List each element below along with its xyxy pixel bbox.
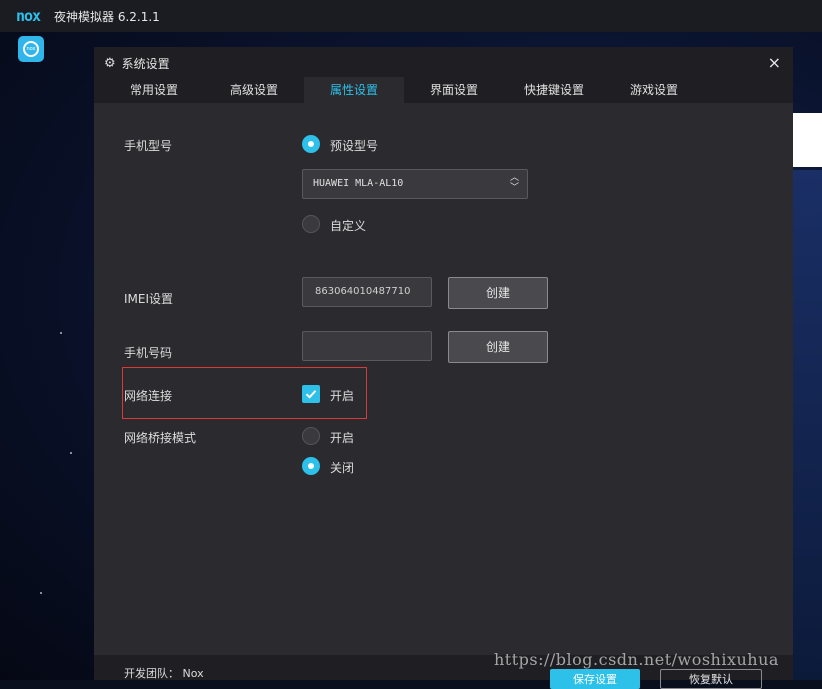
tab-properties[interactable]: 属性设置 [304,77,404,103]
restore-defaults-button[interactable]: 恢复默认 [660,669,762,689]
imei-input[interactable]: 863064010487710 [302,277,432,307]
phone-model-select-value: HUAWEI MLA-AL10 [313,178,404,189]
tab-game[interactable]: 游戏设置 [604,77,704,103]
bridge-mode-label: 网络桥接模式 [124,431,197,445]
phone-number-input[interactable] [302,331,432,361]
checkmark-icon [305,390,317,399]
dialog-title: ⚙ 系统设置 [104,55,170,72]
bridge-on-radio[interactable] [302,427,320,445]
nox-logo: nox [16,7,41,25]
custom-model-radio[interactable] [302,215,320,233]
nox-app-icon[interactable]: nox [18,36,44,62]
imei-label: IMEI设置 [124,292,174,306]
tab-general[interactable]: 常用设置 [104,77,204,103]
bridge-off-radio[interactable] [302,457,320,475]
preset-model-label: 预设型号 [330,139,379,153]
background-edge [793,170,822,680]
app-title: 夜神模拟器 6.2.1.1 [54,9,160,24]
background-window-edge [793,113,822,167]
tab-interface[interactable]: 界面设置 [404,77,504,103]
dialog-header: ⚙ 系统设置 × 常用设置 高级设置 属性设置 界面设置 快捷键设置 游戏设置 [94,47,793,103]
tab-advanced[interactable]: 高级设置 [204,77,304,103]
preset-model-radio[interactable] [302,135,320,153]
network-label: 网络连接 [124,389,173,403]
tab-bar: 常用设置 高级设置 属性设置 界面设置 快捷键设置 游戏设置 [104,77,704,103]
custom-model-label: 自定义 [330,219,367,233]
chevron-updown-icon: ︿ ﹀ [509,173,519,193]
watermark-text: https://blog.csdn.net/woshixuhua [494,650,779,669]
phone-model-select[interactable]: HUAWEI MLA-AL10 ︿ ﹀ [302,169,528,199]
settings-dialog: ⚙ 系统设置 × 常用设置 高级设置 属性设置 界面设置 快捷键设置 游戏设置 … [94,47,793,689]
phone-model-label: 手机型号 [124,139,173,153]
emulator-titlebar: nox 夜神模拟器 6.2.1.1 [0,0,822,32]
phone-number-label: 手机号码 [124,346,173,360]
imei-create-button[interactable]: 创建 [448,277,548,309]
close-icon[interactable]: × [768,53,781,72]
bridge-off-label: 关闭 [330,461,355,475]
save-settings-button[interactable]: 保存设置 [550,669,640,689]
dialog-title-text: 系统设置 [121,57,170,71]
nox-app-icon-glyph: nox [23,41,39,57]
bridge-on-label: 开启 [330,431,355,445]
tab-shortcuts[interactable]: 快捷键设置 [504,77,604,103]
network-checkbox[interactable] [302,385,320,403]
gear-icon: ⚙ [104,56,116,71]
dev-team-text: 开发团队： Nox [124,667,204,680]
phone-number-create-button[interactable]: 创建 [448,331,548,363]
network-option-label: 开启 [330,389,355,403]
